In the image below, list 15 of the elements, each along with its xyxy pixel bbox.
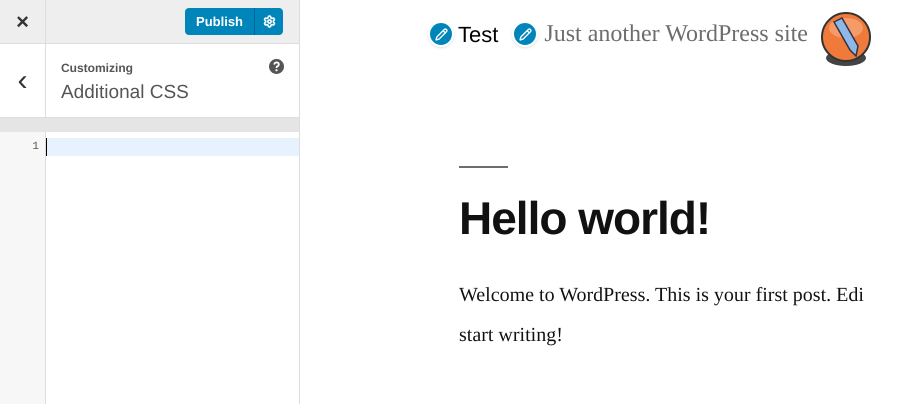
pencil-icon[interactable] [820, 10, 872, 68]
post-text: start writing! [459, 323, 564, 348]
line-number: 1 [31, 140, 40, 155]
post-text: Welcome to WordPress. This is your first post. Edi [459, 283, 865, 308]
site-tagline: Just another WordPress site [544, 20, 808, 49]
section-title: Additional CSS [61, 81, 190, 105]
publish-button[interactable]: Publish [185, 8, 255, 35]
section-subtitle: Customizing [61, 60, 133, 77]
gear-icon [262, 15, 276, 28]
site-title[interactable]: Test [458, 18, 498, 50]
settings-button[interactable] [255, 8, 283, 35]
code-editor[interactable]: 1 [0, 132, 299, 404]
post-title: Hello world! [459, 191, 712, 246]
back-button[interactable]: ‹ [0, 44, 46, 117]
help-icon[interactable] [269, 59, 284, 74]
